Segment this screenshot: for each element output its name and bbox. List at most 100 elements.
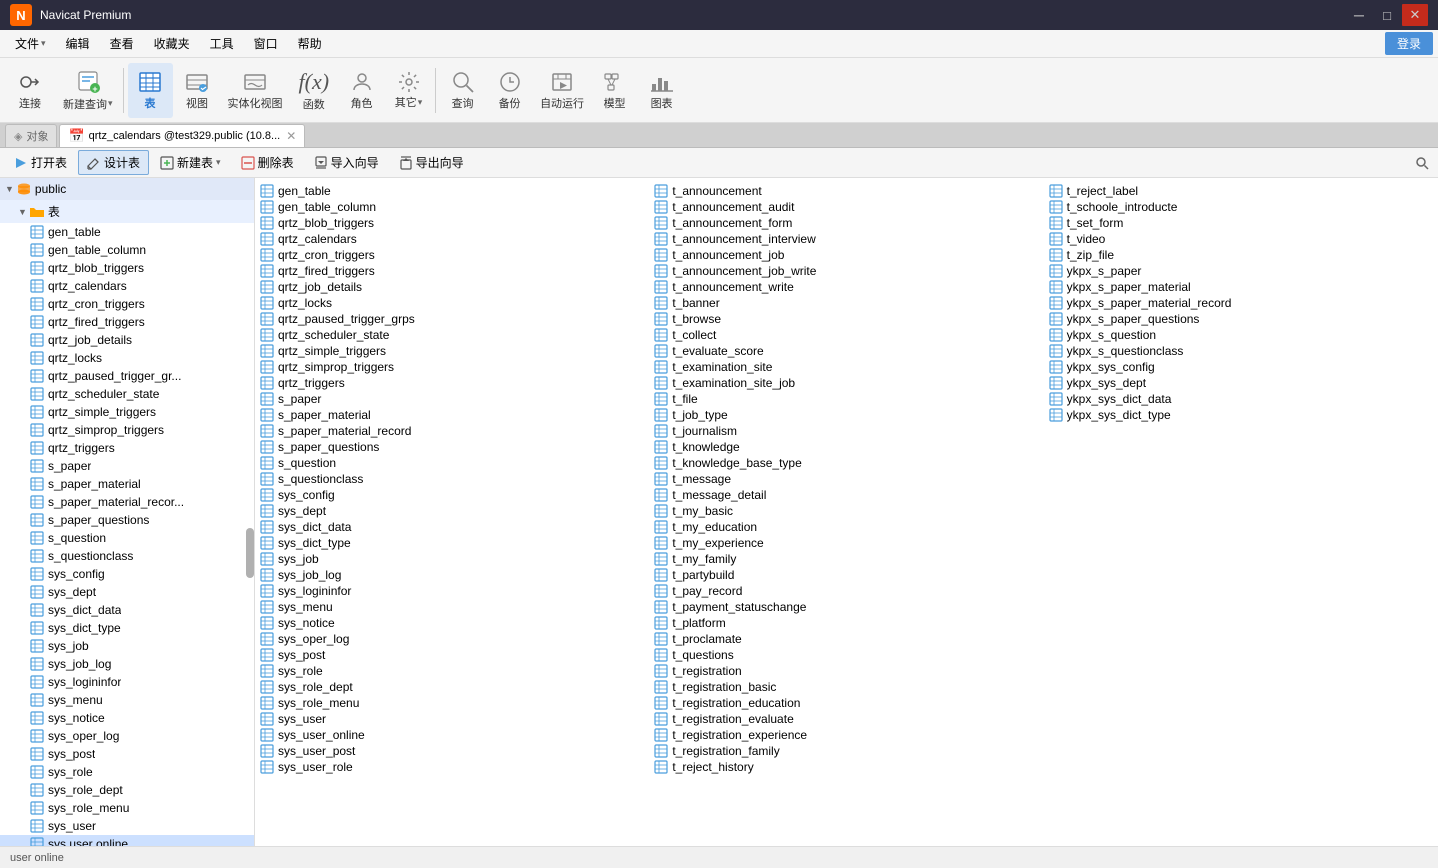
table-entry[interactable]: t_registration_family: [649, 743, 1043, 759]
export-wizard-btn[interactable]: 导出向导: [390, 150, 473, 175]
table-entry[interactable]: sys_user_role: [255, 759, 649, 775]
table-entry[interactable]: sys_user_post: [255, 743, 649, 759]
design-table-btn[interactable]: 设计表: [78, 150, 149, 175]
sidebar-tree-item[interactable]: qrtz_simprop_triggers: [0, 421, 254, 439]
table-entry[interactable]: t_partybuild: [649, 567, 1043, 583]
table-entry[interactable]: t_announcement_form: [649, 215, 1043, 231]
table-entry[interactable]: ykpx_s_question: [1044, 327, 1438, 343]
active-tab[interactable]: 📅 qrtz_calendars @test329.public (10.8..…: [59, 124, 305, 147]
table-entry[interactable]: t_registration_education: [649, 695, 1043, 711]
sidebar-tree-item[interactable]: qrtz_paused_trigger_gr...: [0, 367, 254, 385]
table-entry[interactable]: gen_table_column: [255, 199, 649, 215]
sidebar-tree-item[interactable]: sys_notice: [0, 709, 254, 727]
new-table-btn[interactable]: 新建表 ▾: [151, 150, 230, 175]
sidebar-tree-item[interactable]: qrtz_job_details: [0, 331, 254, 349]
menu-item-file[interactable]: 文件 ▾: [5, 31, 56, 56]
sidebar-tree-item[interactable]: sys_dict_type: [0, 619, 254, 637]
table-entry[interactable]: t_knowledge: [649, 439, 1043, 455]
sidebar-tree-item[interactable]: sys_logininfor: [0, 673, 254, 691]
sidebar-tree-item[interactable]: sys_role: [0, 763, 254, 781]
table-entry[interactable]: t_browse: [649, 311, 1043, 327]
table-entry[interactable]: qrtz_scheduler_state: [255, 327, 649, 343]
table-entry[interactable]: qrtz_paused_trigger_grps: [255, 311, 649, 327]
sidebar-tree-item[interactable]: qrtz_simple_triggers: [0, 403, 254, 421]
table-entry[interactable]: sys_logininfor: [255, 583, 649, 599]
table-entry[interactable]: qrtz_locks: [255, 295, 649, 311]
sidebar-tree-item[interactable]: qrtz_locks: [0, 349, 254, 367]
search-icon[interactable]: [1411, 152, 1433, 174]
table-entry[interactable]: t_registration: [649, 663, 1043, 679]
table-entry[interactable]: ykpx_sys_config: [1044, 359, 1438, 375]
table-entry[interactable]: t_set_form: [1044, 215, 1438, 231]
table-entry[interactable]: ykpx_s_paper_material_record: [1044, 295, 1438, 311]
table-entry[interactable]: ykpx_s_questionclass: [1044, 343, 1438, 359]
sidebar-tree-item[interactable]: sys_job_log: [0, 655, 254, 673]
sidebar-item-public[interactable]: ▼ public: [0, 178, 254, 200]
sidebar-tree-item[interactable]: s_question: [0, 529, 254, 547]
table-entry[interactable]: t_message_detail: [649, 487, 1043, 503]
menu-item-view[interactable]: 查看: [100, 31, 144, 56]
maximize-button[interactable]: □: [1374, 4, 1400, 26]
table-entry[interactable]: qrtz_triggers: [255, 375, 649, 391]
table-entry[interactable]: s_question: [255, 455, 649, 471]
sidebar-tree-item[interactable]: s_paper: [0, 457, 254, 475]
menu-item-window[interactable]: 窗口: [244, 31, 288, 56]
toolbar-query-btn[interactable]: 查询: [440, 63, 485, 118]
toolbar-model-btn[interactable]: 模型: [592, 63, 637, 118]
table-entry[interactable]: sys_role_menu: [255, 695, 649, 711]
table-entry[interactable]: sys_dept: [255, 503, 649, 519]
table-entry[interactable]: t_registration_basic: [649, 679, 1043, 695]
table-entry[interactable]: t_my_education: [649, 519, 1043, 535]
table-entry[interactable]: t_pay_record: [649, 583, 1043, 599]
table-entry[interactable]: t_proclamate: [649, 631, 1043, 647]
table-entry[interactable]: t_schoole_introducte: [1044, 199, 1438, 215]
open-table-btn[interactable]: 打开表: [5, 150, 76, 175]
toolbar-chart-btn[interactable]: 图表: [639, 63, 684, 118]
table-entry[interactable]: t_announcement_interview: [649, 231, 1043, 247]
toolbar-new-query-btn[interactable]: + 新建查询 ▾: [57, 63, 119, 118]
sidebar-tree-item[interactable]: qrtz_blob_triggers: [0, 259, 254, 277]
sidebar-scrollbar[interactable]: [246, 528, 254, 578]
table-entry[interactable]: s_paper_questions: [255, 439, 649, 455]
table-entry[interactable]: t_banner: [649, 295, 1043, 311]
minimize-button[interactable]: ─: [1346, 4, 1372, 26]
table-entry[interactable]: qrtz_blob_triggers: [255, 215, 649, 231]
table-entry[interactable]: s_questionclass: [255, 471, 649, 487]
sidebar-tree-item[interactable]: s_questionclass: [0, 547, 254, 565]
sidebar-tree-item[interactable]: sys_oper_log: [0, 727, 254, 745]
sidebar-tree-item[interactable]: qrtz_fired_triggers: [0, 313, 254, 331]
table-entry[interactable]: qrtz_simple_triggers: [255, 343, 649, 359]
table-entry[interactable]: t_payment_statuschange: [649, 599, 1043, 615]
table-entry[interactable]: t_announcement_write: [649, 279, 1043, 295]
table-entry[interactable]: t_video: [1044, 231, 1438, 247]
table-entry[interactable]: sys_dict_type: [255, 535, 649, 551]
table-entry[interactable]: t_knowledge_base_type: [649, 455, 1043, 471]
table-entry[interactable]: t_collect: [649, 327, 1043, 343]
table-entry[interactable]: qrtz_job_details: [255, 279, 649, 295]
sidebar-tree-item[interactable]: sys_role_dept: [0, 781, 254, 799]
sidebar-tree-item[interactable]: sys_user: [0, 817, 254, 835]
login-button[interactable]: 登录: [1385, 32, 1433, 55]
table-entry[interactable]: qrtz_calendars: [255, 231, 649, 247]
toolbar-autorun-btn[interactable]: 自动运行: [534, 63, 590, 118]
table-entry[interactable]: t_examination_site: [649, 359, 1043, 375]
table-entry[interactable]: t_my_family: [649, 551, 1043, 567]
menu-item-edit[interactable]: 编辑: [56, 31, 100, 56]
table-entry[interactable]: t_registration_experience: [649, 727, 1043, 743]
table-entry[interactable]: sys_dict_data: [255, 519, 649, 535]
table-entry[interactable]: t_announcement: [649, 183, 1043, 199]
table-entry[interactable]: t_registration_evaluate: [649, 711, 1043, 727]
table-entry[interactable]: qrtz_cron_triggers: [255, 247, 649, 263]
table-entry[interactable]: t_reject_history: [649, 759, 1043, 775]
table-entry[interactable]: s_paper_material: [255, 407, 649, 423]
table-entry[interactable]: ykpx_sys_dept: [1044, 375, 1438, 391]
table-entry[interactable]: t_my_experience: [649, 535, 1043, 551]
table-entry[interactable]: sys_job_log: [255, 567, 649, 583]
delete-table-btn[interactable]: 删除表: [232, 150, 303, 175]
import-wizard-btn[interactable]: 导入向导: [305, 150, 388, 175]
sidebar-tree-item[interactable]: s_paper_questions: [0, 511, 254, 529]
table-entry[interactable]: ykpx_s_paper_questions: [1044, 311, 1438, 327]
table-entry[interactable]: ykpx_s_paper_material: [1044, 279, 1438, 295]
sidebar-tree-item[interactable]: gen_table_column: [0, 241, 254, 259]
sidebar-tree-item[interactable]: sys user online: [0, 835, 254, 846]
